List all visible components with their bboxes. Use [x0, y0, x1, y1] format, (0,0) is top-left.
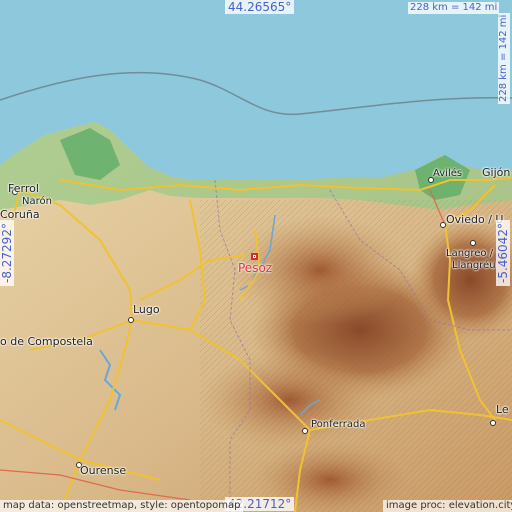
credit-image-proc: image proc: elevation.city: [383, 500, 512, 512]
credit-map-data: map data: openstreetmap, style: opentopo…: [0, 500, 244, 512]
place-coruna[interactable]: Coruña: [0, 209, 40, 220]
ponferrada-dot: [302, 428, 308, 434]
place-ferrol[interactable]: Ferrol: [8, 183, 39, 194]
place-santiago[interactable]: o de Compostela: [0, 336, 93, 347]
scale-vertical: 228 km = 142 mi: [498, 12, 510, 104]
place-lugo[interactable]: Lugo: [133, 304, 160, 315]
place-ourense[interactable]: Ourense: [80, 465, 126, 476]
scale-horizontal: 228 km = 142 mi: [408, 2, 500, 14]
place-langreu[interactable]: Llangréu: [452, 261, 496, 271]
relief-hatching: [200, 200, 512, 512]
place-langreo[interactable]: Langreo /: [446, 249, 493, 259]
place-aviles[interactable]: Avilés: [433, 169, 462, 179]
place-ponferrada[interactable]: Ponferrada: [311, 420, 365, 430]
top-latitude: 44.26565°: [225, 0, 295, 14]
place-leon[interactable]: Le: [496, 404, 509, 415]
langreo-dot: [470, 240, 476, 246]
place-oviedo[interactable]: Oviedo / U: [446, 214, 503, 225]
lugo-dot: [128, 317, 134, 323]
left-longitude: -8.27292°: [0, 220, 14, 286]
map-view[interactable]: Ferrol Narón Coruña Lugo o de Compostela…: [0, 0, 512, 512]
leon-dot: [490, 420, 496, 426]
location-marker-icon[interactable]: [251, 253, 258, 260]
right-longitude: -5.46042°: [496, 220, 510, 286]
place-naron[interactable]: Narón: [22, 197, 52, 207]
place-gijon[interactable]: Gijón: [482, 167, 510, 178]
marker-label[interactable]: Pesoz: [238, 262, 272, 274]
